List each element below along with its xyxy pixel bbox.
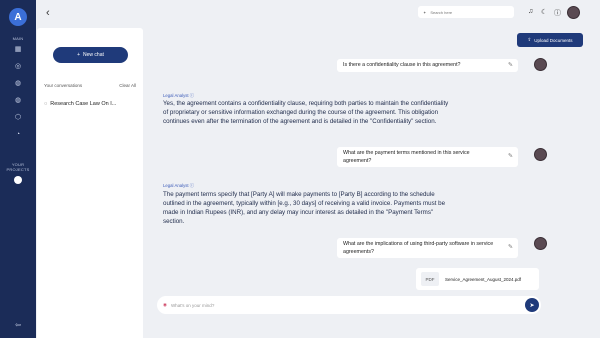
edit-icon[interactable]: ✎ (508, 244, 513, 253)
assistant-name: Legal Analyst ⓘ (163, 183, 195, 188)
new-chat-label: New chat (83, 52, 104, 58)
user-message: What are the implications of using third… (337, 238, 518, 258)
plus-icon: + (77, 52, 81, 58)
user-avatar (534, 237, 547, 250)
info-icon[interactable]: ⓘ (554, 8, 561, 18)
chat-icon: ◌ (44, 101, 48, 107)
chat-icon: ◉ (163, 302, 167, 307)
conversations-header: Your conversations Clear All (44, 83, 136, 88)
search-box[interactable]: ✦ Search here (418, 6, 514, 18)
logout-icon[interactable]: ⇦ (14, 322, 22, 330)
message-input[interactable]: What's on your mind? (171, 303, 214, 308)
edit-icon[interactable]: ✎ (508, 153, 513, 162)
attachment-filename: Service_Agreement_August_2024.pdf (445, 276, 522, 282)
sparkle-icon: ✦ (423, 9, 427, 15)
main-section-label: MAIN (12, 36, 24, 41)
bell-icon[interactable]: ♫ (528, 8, 533, 15)
user-avatar (534, 148, 547, 161)
conversations-label: Your conversations (44, 83, 83, 88)
conversation-item[interactable]: ◌ Research Case Law On I... (44, 101, 116, 107)
assistant-message: Yes, the agreement contains a confidenti… (163, 100, 449, 125)
send-button[interactable]: ➤ (525, 298, 539, 312)
upload-label: Upload Documents (534, 37, 573, 43)
send-icon: ➤ (529, 302, 535, 309)
user-avatar[interactable] (567, 6, 580, 19)
new-chat-button[interactable]: + New chat (53, 47, 128, 63)
assistant-message: The payment terms specify that [Party A]… (163, 191, 446, 225)
back-arrow-icon[interactable]: ‹ (46, 7, 50, 19)
message-text: What are the implications of using third… (343, 241, 494, 255)
dashboard-icon[interactable]: ▦ (14, 46, 22, 54)
assistant-name: Legal Analyst ⓘ (163, 93, 195, 98)
shield-icon[interactable]: ⬡ (14, 114, 22, 122)
project-avatar[interactable] (14, 176, 22, 184)
message-text: What are the payment terms mentioned in … (343, 150, 470, 164)
app-logo[interactable]: A (9, 8, 27, 26)
edit-icon[interactable]: ✎ (508, 61, 513, 70)
moon-icon[interactable]: ☾ (541, 8, 547, 16)
upload-documents-button[interactable]: ⇪ Upload Documents (517, 33, 583, 47)
user-message: What are the payment terms mentioned in … (337, 147, 518, 167)
user-avatar (534, 58, 547, 71)
search-input[interactable]: Search here (430, 10, 452, 15)
attachment-card[interactable]: PDF Service_Agreement_August_2024.pdf (416, 268, 539, 290)
user-message: Is there a confidentiality clause in thi… (337, 59, 518, 72)
projects-section-label: YOUR PROJECTS (6, 162, 30, 172)
clear-all-button[interactable]: Clear All (119, 83, 136, 88)
globe-icon[interactable]: ◍ (14, 97, 22, 105)
message-composer[interactable]: ◉ What's on your mind? ➤ (157, 296, 541, 314)
nav-rail: A MAIN ▦ ◎ ◍ ◍ ⬡ ◔ YOUR PROJECTS ⇦ (0, 0, 36, 338)
message-text: Is there a confidentiality clause in thi… (343, 62, 461, 68)
globe-icon[interactable]: ◍ (14, 80, 22, 88)
conversation-panel: + New chat Your conversations Clear All … (37, 28, 143, 338)
pdf-icon: PDF (421, 272, 439, 286)
conversation-title: Research Case Law On I... (50, 101, 117, 107)
compass-icon[interactable]: ◎ (14, 63, 22, 71)
history-icon[interactable]: ◔ (14, 131, 22, 139)
upload-icon: ⇪ (527, 37, 532, 42)
